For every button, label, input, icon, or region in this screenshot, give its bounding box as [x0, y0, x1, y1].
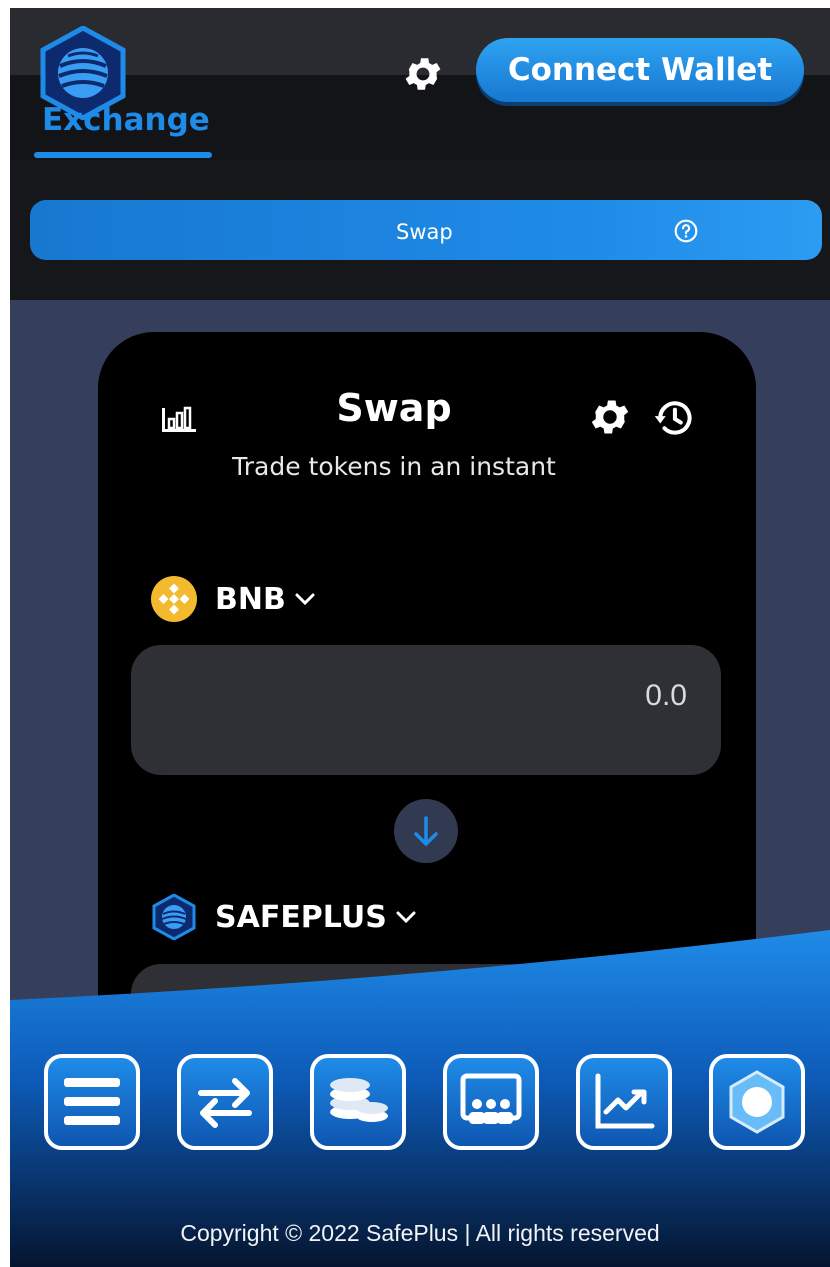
coins-icon: [330, 1078, 388, 1122]
bottom-nav-swap[interactable]: [177, 1054, 273, 1150]
bottom-nav-menu[interactable]: [44, 1054, 140, 1150]
bottom-nav-home[interactable]: [709, 1054, 805, 1150]
copyright-text: Copyright © 2022 SafePlus | All rights r…: [180, 1220, 660, 1246]
app-frame: Exchange Connect Wallet Swap Swap Trade …: [10, 8, 830, 1267]
menu-icon: [64, 1078, 120, 1125]
bottom-nav-staking[interactable]: [310, 1054, 406, 1150]
hexagon-logo-icon: [729, 1070, 785, 1134]
community-icon: [460, 1073, 522, 1124]
chart-trend-icon: [595, 1073, 655, 1129]
bottom-nav-chart[interactable]: [576, 1054, 672, 1150]
swap-arrows-icon: [198, 1078, 252, 1128]
bottom-nav-community[interactable]: [443, 1054, 539, 1150]
